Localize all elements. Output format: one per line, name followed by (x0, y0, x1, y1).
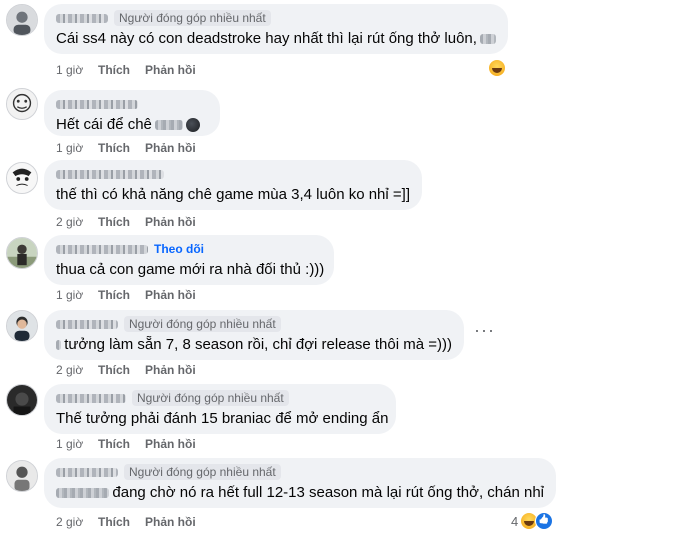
comment-bubble: Hết cái để chê (44, 90, 220, 136)
commenter-name[interactable] (56, 393, 126, 403)
avatar[interactable] (6, 460, 38, 492)
avatar[interactable] (6, 88, 38, 120)
comment-bubble: Người đóng góp nhiều nhất Thế tưởng phải… (44, 384, 396, 434)
commenter-name[interactable] (56, 467, 118, 477)
comment-time[interactable]: 2 giờ (56, 363, 98, 377)
commenter-name[interactable] (56, 169, 164, 179)
like-link[interactable]: Thích (98, 515, 145, 529)
commenter-name[interactable] (56, 244, 148, 254)
commenter-name[interactable] (56, 13, 108, 23)
comment-time[interactable]: 1 giờ (56, 141, 98, 155)
comment-actions: 2 giờ Thích Phản hồi (56, 515, 196, 529)
laugh-emoji-icon (488, 59, 506, 77)
comment-actions: 1 giờ Thích Phản hồi (56, 288, 196, 302)
like-link[interactable]: Thích (98, 288, 145, 302)
avatar[interactable] (6, 384, 38, 416)
top-contributor-badge: Người đóng góp nhiều nhất (114, 10, 271, 26)
comment-bubble: Người đóng góp nhiều nhất tưởng làm sẵn … (44, 310, 464, 360)
comment-time[interactable]: 2 giờ (56, 215, 98, 229)
comment-text: tưởng làm sẵn 7, 8 season rồi, chỉ đợi r… (64, 336, 452, 353)
avatar[interactable] (6, 237, 38, 269)
comment-actions: 1 giờ Thích Phản hồi (56, 437, 196, 451)
like-link[interactable]: Thích (98, 363, 145, 377)
commenter-name[interactable] (56, 319, 118, 329)
comment-time[interactable]: 1 giờ (56, 288, 98, 302)
comment-text: Cái ss4 này có con deadstroke hay nhất t… (56, 30, 477, 47)
comment-text: Hết cái để chê (56, 116, 152, 133)
comment-bubble: thế thì có khả năng chê game mùa 3,4 luô… (44, 160, 422, 210)
reply-link[interactable]: Phản hồi (145, 215, 196, 229)
commenter-name[interactable] (56, 99, 138, 109)
reply-link[interactable]: Phản hồi (145, 437, 196, 451)
comment-bubble: Người đóng góp nhiều nhất đang chờ nó ra… (44, 458, 556, 508)
comment-time[interactable]: 1 giờ (56, 63, 98, 77)
follow-link[interactable]: Theo dõi (154, 242, 204, 256)
top-contributor-badge: Người đóng góp nhiều nhất (132, 390, 289, 406)
like-link[interactable]: Thích (98, 437, 145, 451)
sticker-icon (185, 118, 200, 132)
comment-text: đang chờ nó ra hết full 12-13 season mà … (112, 484, 544, 501)
comment-actions: 2 giờ Thích Phản hồi (56, 363, 196, 377)
avatar[interactable] (6, 162, 38, 194)
like-link[interactable]: Thích (98, 63, 145, 77)
comment-bubble: Theo dõi thua cả con game mới ra nhà đối… (44, 235, 334, 285)
reply-link[interactable]: Phản hồi (145, 63, 196, 77)
comment-time[interactable]: 2 giờ (56, 515, 98, 529)
comment-actions: 1 giờ Thích Phản hồi (56, 63, 196, 77)
top-contributor-badge: Người đóng góp nhiều nhất (124, 316, 281, 332)
comment-actions: 2 giờ Thích Phản hồi (56, 215, 196, 229)
reply-link[interactable]: Phản hồi (145, 288, 196, 302)
reaction-summary[interactable] (488, 59, 506, 77)
reaction-summary[interactable]: 4 (511, 512, 554, 530)
comment-actions: 1 giờ Thích Phản hồi (56, 141, 196, 155)
comment-text: thế thì có khả năng chê game mùa 3,4 luô… (56, 186, 410, 203)
avatar[interactable] (6, 4, 38, 36)
like-emoji-icon (535, 512, 554, 530)
like-link[interactable]: Thích (98, 215, 145, 229)
reply-link[interactable]: Phản hồi (145, 515, 196, 529)
like-link[interactable]: Thích (98, 141, 145, 155)
comment-time[interactable]: 1 giờ (56, 437, 98, 451)
top-contributor-badge: Người đóng góp nhiều nhất (124, 464, 281, 480)
comment-text: thua cả con game mới ra nhà đối thủ :))) (56, 261, 325, 278)
reply-link[interactable]: Phản hồi (145, 141, 196, 155)
avatar[interactable] (6, 310, 38, 342)
reaction-count: 4 (511, 513, 519, 529)
reply-link[interactable]: Phản hồi (145, 363, 196, 377)
comment-bubble: Người đóng góp nhiều nhất Cái ss4 này có… (44, 4, 508, 54)
comment-text: Thế tưởng phải đánh 15 braniac để mở end… (56, 410, 389, 427)
more-options-icon[interactable]: ··· (474, 321, 495, 339)
